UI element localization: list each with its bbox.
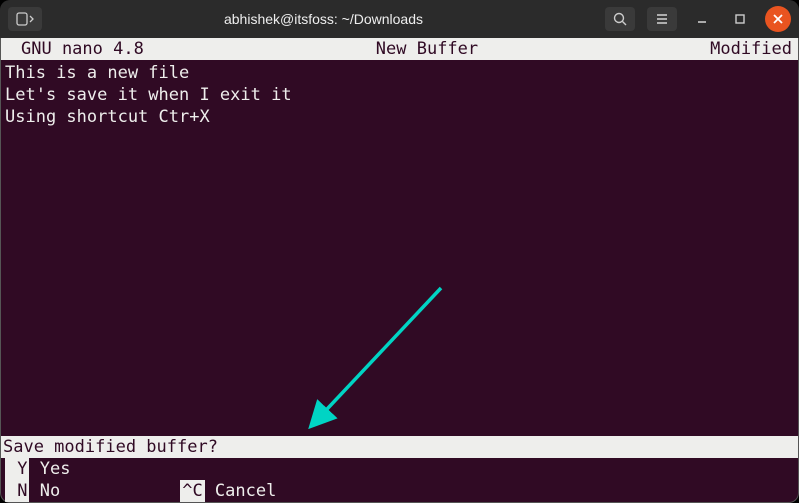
- window-titlebar: abhishek@itsfoss: ~/Downloads: [0, 0, 799, 38]
- terminal-area[interactable]: GNU nano 4.8 New Buffer Modified This is…: [0, 38, 799, 503]
- nano-modified-status: Modified: [710, 38, 796, 60]
- new-tab-icon: [16, 12, 34, 26]
- window-title: abhishek@itsfoss: ~/Downloads: [48, 11, 599, 27]
- nano-header-bar: GNU nano 4.8 New Buffer Modified: [1, 38, 798, 60]
- nano-option-yes-row: Y Yes: [1, 458, 798, 480]
- nano-no-label: No: [29, 480, 60, 502]
- nano-version: GNU nano 4.8: [3, 38, 144, 60]
- nano-save-prompt-text: Save modified buffer?: [3, 436, 218, 458]
- minimize-button[interactable]: [689, 6, 715, 32]
- close-icon: [772, 13, 784, 25]
- nano-cancel-label: Cancel: [205, 480, 277, 502]
- nano-yes-key[interactable]: Y: [5, 458, 29, 480]
- nano-yes-label: Yes: [29, 458, 70, 480]
- search-button[interactable]: [605, 7, 635, 31]
- maximize-icon: [734, 13, 746, 25]
- close-button[interactable]: [765, 6, 791, 32]
- search-icon: [613, 12, 627, 26]
- nano-no-key[interactable]: N: [5, 480, 29, 502]
- nano-save-prompt-bar: Save modified buffer?: [1, 436, 798, 458]
- nano-option-no-cancel-row: N No ^C Cancel: [1, 480, 798, 502]
- minimize-icon: [696, 13, 708, 25]
- nano-editor-content[interactable]: This is a new file Let's save it when I …: [1, 60, 798, 436]
- new-tab-button[interactable]: [8, 7, 42, 31]
- window-controls: [605, 6, 791, 32]
- menu-button[interactable]: [647, 7, 677, 31]
- nano-cancel-key[interactable]: ^C: [180, 480, 204, 502]
- terminal-window: abhishek@itsfoss: ~/Downloads: [0, 0, 799, 503]
- maximize-button[interactable]: [727, 6, 753, 32]
- hamburger-icon: [655, 12, 669, 26]
- nano-buffer-name: New Buffer: [144, 38, 710, 60]
